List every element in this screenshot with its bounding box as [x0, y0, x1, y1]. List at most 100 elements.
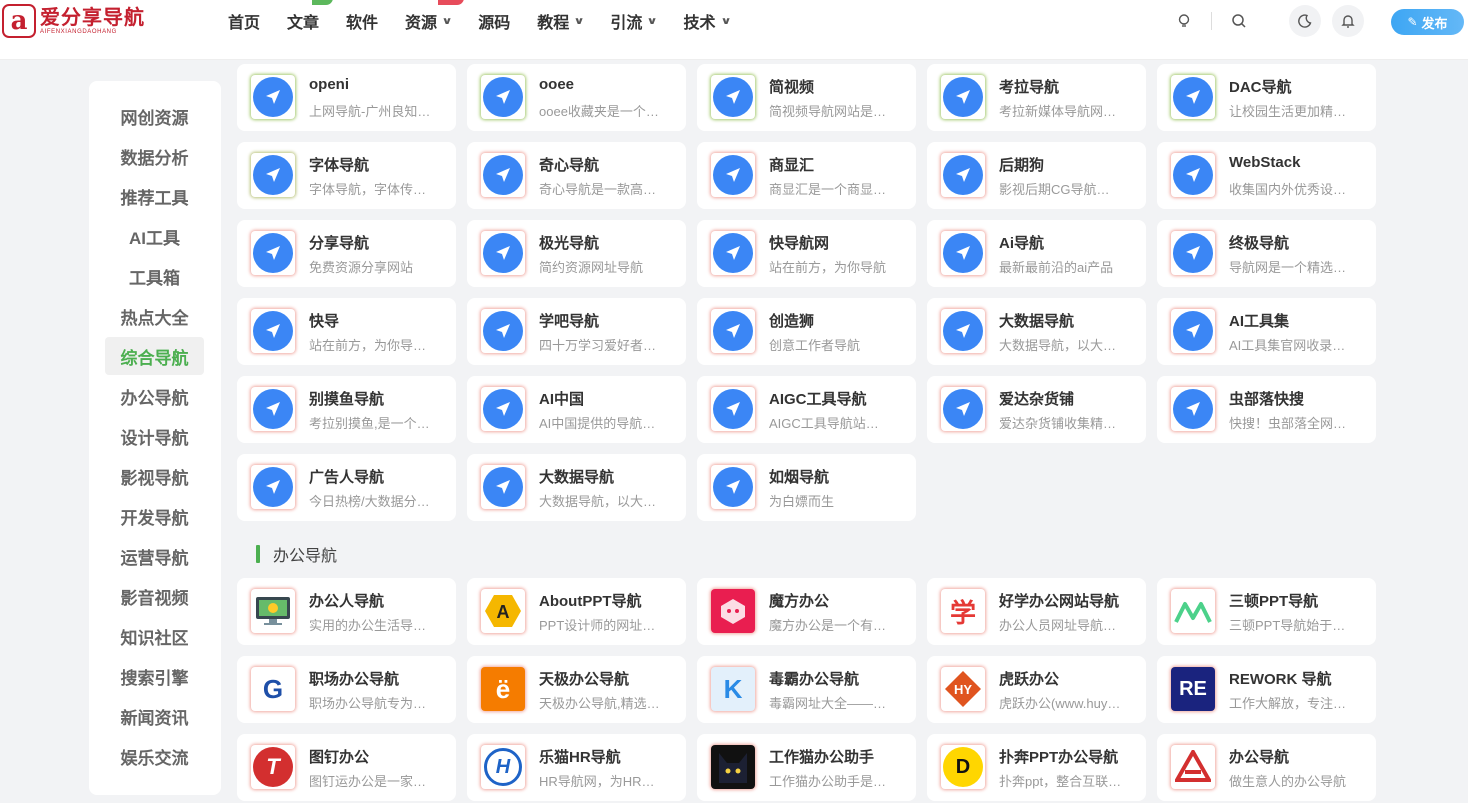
- category-sidebar: 网创资源 数据分析 推荐工具 AI工具 工具箱 热点大全 综合导航 办公导航 设计导航 影视导航开…: [89, 81, 221, 795]
- nav-item-1[interactable]: 文章 +1: [287, 0, 334, 33]
- nav-card[interactable]: 大数据导航 大数据导航，以大…: [927, 298, 1146, 365]
- card-desc: 大数据导航，以大…: [999, 338, 1117, 353]
- nav-card[interactable]: 创造狮 创意工作者导航: [697, 298, 916, 365]
- nav-card[interactable]: 字体导航 字体导航，字体传…: [237, 142, 456, 209]
- nav-card[interactable]: Ai导航最新最前沿的ai产品: [927, 220, 1146, 287]
- card-desc: 最新最前沿的ai产品: [999, 260, 1114, 275]
- nav-card[interactable]: ooee ooee收藏夹是一个…: [467, 64, 686, 131]
- card-title: openi: [309, 76, 349, 93]
- sidebar-item[interactable]: 设计导航: [105, 417, 204, 455]
- dark-mode-icon[interactable]: [1289, 5, 1321, 37]
- nav-card[interactable]: 考拉导航 考拉新媒体导航网…: [927, 64, 1146, 131]
- nav-item-2[interactable]: 软件: [346, 9, 378, 33]
- sidebar-item[interactable]: 开发导航: [105, 497, 204, 535]
- nav-card[interactable]: AIGC工具导航 AIGC工具导航站…: [697, 376, 916, 443]
- nav-card[interactable]: RE REWORK 导航 工作大解放，专注…: [1157, 656, 1376, 723]
- header-divider: [1211, 12, 1212, 30]
- publish-button[interactable]: ✎ 发布: [1391, 9, 1464, 35]
- nav-card[interactable]: openi 上网导航-广州良知…: [237, 64, 456, 131]
- site-logo[interactable]: a 爱分享导航 AIFENXIANGDAOHANG: [2, 3, 148, 39]
- nav-card[interactable]: 三顿PPT导航 三顿PPT导航始于…: [1157, 578, 1376, 645]
- nav-card[interactable]: 快导 站在前方，为你导…: [237, 298, 456, 365]
- bell-icon[interactable]: [1332, 5, 1364, 37]
- nav-card[interactable]: DAC导航 让校园生活更加精…: [1157, 64, 1376, 131]
- nav-card[interactable]: D 扑奔PPT办公导航 扑奔ppt，整合互联…: [927, 734, 1146, 801]
- card-desc: 免费资源分享网站: [309, 260, 414, 275]
- nav-label: 引流: [610, 15, 643, 32]
- sidebar-item[interactable]: 工具箱: [105, 257, 204, 295]
- card-title: AI中国: [539, 391, 585, 408]
- sidebar-item[interactable]: 数据分析: [105, 137, 204, 175]
- sidebar-item[interactable]: AI工具: [105, 217, 204, 255]
- sidebar-item[interactable]: 新闻资讯: [105, 697, 204, 735]
- svg-text:HY: HY: [954, 682, 972, 697]
- nav-card[interactable]: 别摸鱼导航 考拉别摸鱼,是一个…: [237, 376, 456, 443]
- lightbulb-icon[interactable]: [1168, 5, 1200, 37]
- search-icon[interactable]: [1223, 5, 1255, 37]
- nav-card[interactable]: 如烟导航 为白嫖而生: [697, 454, 916, 521]
- nav-card[interactable]: 大数据导航 大数据导航，以大…: [467, 454, 686, 521]
- nav-item-0[interactable]: 首页: [228, 9, 260, 33]
- nav-card[interactable]: HY 虎跃办公 虎跃办公(www.huy…: [927, 656, 1146, 723]
- nav-card[interactable]: 工作猫办公助手 工作猫办公助手是…: [697, 734, 916, 801]
- nav-card[interactable]: 极光导航 简约资源网址导航: [467, 220, 686, 287]
- nav-card[interactable]: T 图钉办公 图钉运办公是一家…: [237, 734, 456, 801]
- nav-card[interactable]: 魔方办公 魔方办公是一个有…: [697, 578, 916, 645]
- nav-card[interactable]: 商显汇 商显汇是一个商显…: [697, 142, 916, 209]
- monitor-icon: [251, 589, 295, 633]
- sidebar-item[interactable]: 推荐工具: [105, 177, 204, 215]
- nav-item-5[interactable]: 教程 ∨: [537, 9, 585, 33]
- nav-card[interactable]: H 乐猫HR导航 HR导航网，为HR…: [467, 734, 686, 801]
- nav-card[interactable]: G 职场办公导航 职场办公导航专为…: [237, 656, 456, 723]
- nav-card[interactable]: 虫部落快搜 快搜！虫部落全网…: [1157, 376, 1376, 443]
- nav-item-7[interactable]: 技术 ∨: [683, 9, 731, 33]
- nav-card[interactable]: ë 天极办公导航 天极办公导航,精选…: [467, 656, 686, 723]
- sidebar-item[interactable]: 办公导航: [105, 377, 204, 415]
- nav-card[interactable]: 学好学办公网站导航 办公人员网址导航…: [927, 578, 1146, 645]
- sidebar-item[interactable]: 搜索引擎: [105, 657, 204, 695]
- nav-card[interactable]: 终极导航 导航网是一个精选…: [1157, 220, 1376, 287]
- nav-card[interactable]: 办公人导航 实用的办公生活导…: [237, 578, 456, 645]
- nav-card[interactable]: 学吧导航 四十万学习爱好者…: [467, 298, 686, 365]
- card-title: WebStack: [1229, 154, 1301, 171]
- nav-card[interactable]: 奇心导航 奇心导航是一款高…: [467, 142, 686, 209]
- card-desc: 做生意人的办公导航: [1229, 774, 1347, 789]
- card-title: 大数据导航: [539, 469, 615, 486]
- sidebar-item[interactable]: 知识社区: [105, 617, 204, 655]
- nav-card[interactable]: 快导航网 站在前方，为你导航: [697, 220, 916, 287]
- sidebar-item[interactable]: 网创资源: [105, 97, 204, 135]
- card-title: 图钉办公: [309, 749, 370, 766]
- nav-card[interactable]: K 毒霸办公导航 毒霸网址大全——…: [697, 656, 916, 723]
- card-title: 后期狗: [999, 157, 1045, 174]
- nav-card[interactable]: 分享导航 免费资源分享网站: [237, 220, 456, 287]
- nav-card[interactable]: 爱达杂货铺 爱达杂货铺收集精…: [927, 376, 1146, 443]
- sidebar-item[interactable]: 影音视频: [105, 577, 204, 615]
- card-desc: 毒霸网址大全——…: [769, 696, 887, 711]
- nav-item-4[interactable]: 源码: [478, 9, 510, 33]
- card-title: 创造狮: [769, 313, 815, 330]
- nav-card[interactable]: AI中国 AI中国提供的导航…: [467, 376, 686, 443]
- nav-card[interactable]: A AboutPPT导航 PPT设计师的网址…: [467, 578, 686, 645]
- card-desc: AI工具集官网收录…: [1229, 338, 1346, 353]
- nav-card[interactable]: 广告人导航 今日热榜/大数据分…: [237, 454, 456, 521]
- sidebar-item[interactable]: 热点大全: [105, 297, 204, 335]
- card-desc: HR导航网，为HR…: [539, 774, 655, 789]
- sidebar-item[interactable]: 综合导航: [105, 337, 204, 375]
- card-desc: 今日热榜/大数据分…: [309, 494, 430, 509]
- nav-card[interactable]: 后期狗 影视后期CG导航…: [927, 142, 1146, 209]
- card-title: 考拉导航: [999, 79, 1060, 96]
- nav-card[interactable]: AI工具集 AI工具集官网收录…: [1157, 298, 1376, 365]
- sidebar-item[interactable]: 影视导航: [105, 457, 204, 495]
- navigation-arrow-icon: [481, 75, 525, 119]
- card-title: Ai导航: [999, 235, 1045, 252]
- nav-card[interactable]: 办公导航 做生意人的办公导航: [1157, 734, 1376, 801]
- nav-label: 资源: [405, 15, 438, 32]
- nav-card[interactable]: 简视频 简视频导航网站是…: [697, 64, 916, 131]
- sidebar-item[interactable]: 运营导航: [105, 537, 204, 575]
- nav-item-3[interactable]: 资源 VIP ∨: [405, 0, 465, 33]
- card-desc: 收集国内外优秀设…: [1229, 182, 1347, 197]
- sidebar-item[interactable]: 娱乐交流: [105, 737, 204, 775]
- nav-card[interactable]: WebStack 收集国内外优秀设…: [1157, 142, 1376, 209]
- card-title: 学吧导航: [539, 313, 600, 330]
- nav-item-6[interactable]: 引流 ∨: [610, 9, 658, 33]
